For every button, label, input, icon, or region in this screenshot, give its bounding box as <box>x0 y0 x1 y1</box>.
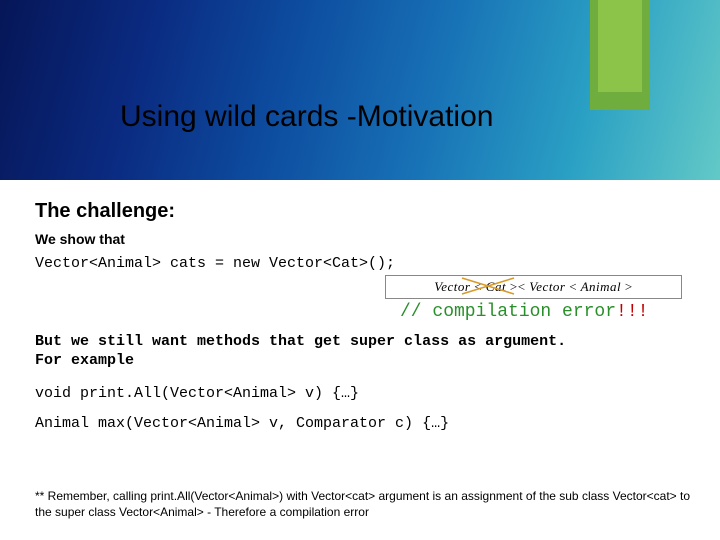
comment-slashes: // <box>400 302 432 322</box>
we-show-that: We show that <box>35 231 685 247</box>
but-line-2: For example <box>35 352 134 369</box>
but-we-still-want: But we still want methods that get super… <box>35 333 695 371</box>
exclamation-marks: !!! <box>616 302 648 322</box>
accent-box-inner <box>598 0 642 92</box>
code-declaration: Vector<Animal> cats = new Vector<Cat>(); <box>35 255 685 272</box>
method-max: Animal max(Vector<Animal> v, Comparator … <box>35 415 695 432</box>
slide: Using wild cards -Motivation The challen… <box>0 0 720 540</box>
challenge-heading: The challenge: <box>35 200 685 223</box>
method-printall: void print.All(Vector<Animal> v) {…} <box>35 385 695 402</box>
compilation-error-comment: // compilation error!!! <box>400 302 648 322</box>
footnote: ** Remember, calling print.All(Vector<An… <box>35 488 690 520</box>
compilation-error-text: compilation error <box>432 302 616 322</box>
page-title: Using wild cards -Motivation <box>120 100 680 134</box>
content-area: The challenge: We show that Vector<Anima… <box>35 200 685 276</box>
but-line-1: But we still want methods that get super… <box>35 333 566 350</box>
math-expression-box: Vector < Cat >< Vector < Animal > <box>385 275 682 299</box>
